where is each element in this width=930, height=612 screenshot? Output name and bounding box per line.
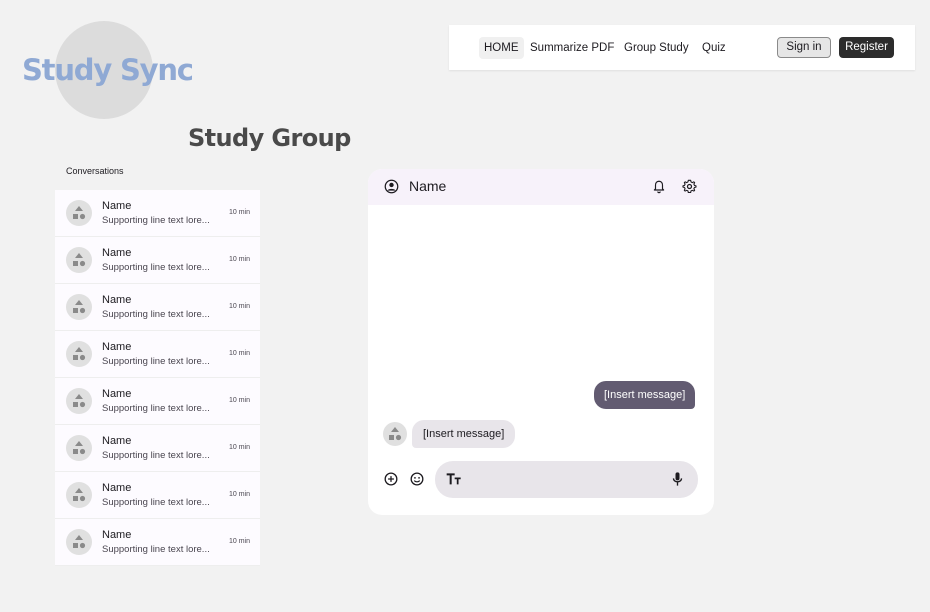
bell-icon[interactable] <box>652 179 666 194</box>
logo[interactable]: Study Sync <box>22 20 194 120</box>
conversation-preview: Supporting line text lore... <box>102 544 210 555</box>
conversation-name: Name <box>102 435 132 447</box>
conversation-preview: Supporting line text lore... <box>102 403 210 414</box>
page-title: Study Group <box>188 124 351 152</box>
conversation-preview: Supporting line text lore... <box>102 356 210 367</box>
nav-quiz[interactable]: Quiz <box>702 37 726 59</box>
conversation-list: Name Supporting line text lore... 10 min… <box>55 190 260 566</box>
conversations-header: Conversations <box>66 166 124 176</box>
conversation-item[interactable]: Name Supporting line text lore... 10 min <box>55 190 260 237</box>
avatar-placeholder-icon <box>383 422 407 446</box>
nav-summarize-pdf[interactable]: Summarize PDF <box>530 37 614 59</box>
incoming-message-bubble: [Insert message] <box>412 420 516 448</box>
conversation-item[interactable]: Name Supporting line text lore... 10 min <box>55 472 260 519</box>
conversation-item[interactable]: Name Supporting line text lore... 10 min <box>55 519 260 566</box>
avatar-placeholder-icon <box>66 482 92 508</box>
chat-panel: Name [Insert message] [Insert message] <box>368 169 714 515</box>
chat-header: Name <box>368 169 714 205</box>
logo-text: Study Sync <box>22 53 194 87</box>
conversation-time: 10 min <box>228 303 250 310</box>
conversation-name: Name <box>102 200 132 212</box>
sign-in-button[interactable]: Sign in <box>777 37 831 58</box>
conversation-preview: Supporting line text lore... <box>102 309 210 320</box>
avatar-placeholder-icon <box>66 341 92 367</box>
avatar-placeholder-icon <box>66 294 92 320</box>
add-circle-icon[interactable] <box>384 472 398 486</box>
conversation-preview: Supporting line text lore... <box>102 262 210 273</box>
conversation-time: 10 min <box>228 256 250 263</box>
conversation-item[interactable]: Name Supporting line text lore... 10 min <box>55 331 260 378</box>
conversation-time: 10 min <box>228 444 250 451</box>
emoji-icon[interactable] <box>410 472 424 486</box>
avatar-placeholder-icon <box>66 435 92 461</box>
conversation-preview: Supporting line text lore... <box>102 450 210 461</box>
conversation-name: Name <box>102 341 132 353</box>
conversation-name: Name <box>102 247 132 259</box>
conversation-preview: Supporting line text lore... <box>102 215 210 226</box>
conversation-item[interactable]: Name Supporting line text lore... 10 min <box>55 284 260 331</box>
avatar-placeholder-icon <box>66 529 92 555</box>
nav-home[interactable]: HOME <box>479 37 524 59</box>
outgoing-message-bubble: [Insert message] <box>594 381 696 409</box>
avatar-placeholder-icon <box>66 200 92 226</box>
conversation-item[interactable]: Name Supporting line text lore... 10 min <box>55 237 260 284</box>
conversation-name: Name <box>102 529 132 541</box>
conversation-time: 10 min <box>228 491 250 498</box>
conversation-time: 10 min <box>228 538 250 545</box>
avatar-placeholder-icon <box>66 247 92 273</box>
conversation-item[interactable]: Name Supporting line text lore... 10 min <box>55 425 260 472</box>
conversation-preview: Supporting line text lore... <box>102 497 210 508</box>
account-circle-icon <box>384 179 399 194</box>
conversation-time: 10 min <box>228 397 250 404</box>
gear-icon[interactable] <box>682 179 697 194</box>
conversation-name: Name <box>102 482 132 494</box>
conversation-time: 10 min <box>228 209 250 216</box>
conversation-name: Name <box>102 294 132 306</box>
conversation-item[interactable]: Name Supporting line text lore... 10 min <box>55 378 260 425</box>
chat-contact-name: Name <box>409 178 447 194</box>
text-format-icon[interactable] <box>446 472 462 486</box>
conversation-time: 10 min <box>228 350 250 357</box>
message-input[interactable] <box>435 461 698 498</box>
conversation-name: Name <box>102 388 132 400</box>
top-navbar: HOME Summarize PDF Group Study Quiz Sign… <box>449 25 915 70</box>
register-button[interactable]: Register <box>839 37 894 58</box>
mic-icon[interactable] <box>672 471 683 487</box>
nav-group-study[interactable]: Group Study <box>624 37 689 59</box>
avatar-placeholder-icon <box>66 388 92 414</box>
